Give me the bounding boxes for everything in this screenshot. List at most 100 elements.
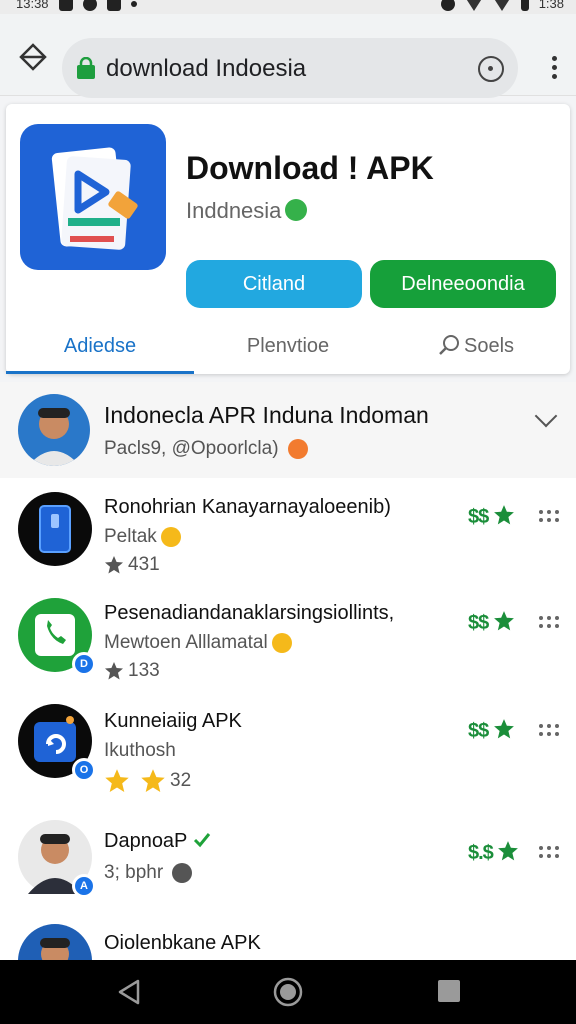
badge-icon: O bbox=[72, 758, 96, 782]
dialer-app-icon: D bbox=[18, 598, 96, 676]
item-title: DapnoaP bbox=[104, 830, 211, 853]
browser-toolbar: download Indoesia bbox=[0, 14, 576, 98]
price-tag: $.$ bbox=[468, 840, 519, 865]
lock-icon bbox=[76, 56, 96, 79]
emoji-icon bbox=[271, 632, 292, 653]
tab-label: Soels bbox=[463, 335, 515, 357]
app-subtitle: Inddnesia bbox=[186, 198, 308, 224]
system-navigation-bar bbox=[0, 960, 576, 1024]
sync-icon bbox=[82, 0, 97, 11]
item-subtitle-text: Mewtoen Alllamatal bbox=[104, 632, 268, 653]
price-tag: $$ bbox=[468, 610, 515, 635]
verified-icon bbox=[193, 833, 210, 848]
app-subtitle-text: Inddnesia bbox=[186, 198, 282, 223]
tab-label: Adiedse bbox=[63, 335, 137, 357]
notification-icon bbox=[58, 0, 73, 11]
tab-plenvtioe[interactable]: Plenvtioe bbox=[194, 326, 382, 374]
more-options-icon[interactable] bbox=[539, 510, 561, 524]
home-button-icon[interactable] bbox=[272, 976, 304, 1013]
more-notifications-icon bbox=[130, 0, 137, 7]
avatar: A bbox=[18, 820, 96, 898]
item-subtitle: Ikuthosh bbox=[104, 740, 176, 761]
item-subtitle: Peltak bbox=[104, 526, 181, 548]
signal-icon bbox=[492, 0, 511, 11]
rating-value: 32 bbox=[170, 770, 192, 791]
item-subtitle-text: Peltak bbox=[104, 526, 157, 547]
list-item[interactable]: O Kunneiaiig APK Ikuthosh 32 $$ bbox=[0, 700, 576, 812]
list-item[interactable]: Oiolenbkane APK bbox=[0, 924, 576, 960]
price-value: $$ bbox=[468, 506, 489, 528]
star-icon bbox=[493, 611, 514, 631]
page-info-icon[interactable] bbox=[478, 56, 504, 82]
app-notification-icon bbox=[106, 0, 121, 11]
item-rating: 32 bbox=[104, 768, 191, 794]
smiley-icon bbox=[285, 199, 308, 222]
item-subtitle-text: 3; bphr bbox=[104, 862, 164, 883]
battery-icon bbox=[520, 0, 529, 11]
price-tag: $$ bbox=[468, 718, 515, 743]
emoji-icon bbox=[160, 526, 181, 547]
item-title: Ronohrian Kanayarnayaloeenib) bbox=[104, 496, 391, 518]
emoji-icon bbox=[172, 862, 193, 883]
featured-title: Indonecla APR Induna Indoman bbox=[104, 402, 429, 428]
featured-subtitle-text: Pacls9, @Opoorlcla) bbox=[104, 438, 279, 459]
price-tag: $$ bbox=[468, 504, 515, 529]
rating-value: 133 bbox=[128, 660, 160, 681]
featured-subtitle: Pacls9, @Opoorlcla) bbox=[104, 438, 308, 460]
item-title: Oiolenbkane APK bbox=[104, 932, 261, 954]
back-icon[interactable] bbox=[116, 978, 142, 1011]
item-title: Kunneiaiig APK bbox=[104, 710, 242, 732]
tab-label: Plenvtioe bbox=[246, 335, 330, 357]
app-title: Download ! APK bbox=[186, 150, 434, 186]
item-title-text: DapnoaP bbox=[104, 830, 188, 852]
url-text: download Indoesia bbox=[106, 55, 307, 82]
star-icon bbox=[493, 505, 514, 525]
status-bar: 13:38 1:38 bbox=[0, 0, 576, 14]
price-value: $.$ bbox=[468, 842, 494, 864]
sync-app-icon: O bbox=[18, 704, 96, 782]
more-options-icon[interactable] bbox=[539, 724, 561, 738]
app-logo-icon bbox=[20, 124, 166, 270]
star-icon bbox=[105, 769, 129, 793]
star-icon bbox=[493, 719, 514, 739]
item-subtitle: Mewtoen Alllamatal bbox=[104, 632, 292, 654]
more-options-icon[interactable] bbox=[539, 846, 561, 860]
vibrate-icon bbox=[440, 0, 455, 11]
badge-icon: D bbox=[72, 652, 96, 676]
star-icon bbox=[141, 769, 165, 793]
more-options-icon[interactable] bbox=[539, 616, 561, 630]
search-icon bbox=[438, 330, 460, 355]
avatar bbox=[18, 394, 90, 466]
chevron-down-icon[interactable] bbox=[534, 404, 558, 428]
tab-bar: Adiedse Plenvtioe Soels bbox=[6, 326, 570, 374]
tab-soels[interactable]: Soels bbox=[382, 326, 570, 374]
app-list: Ronohrian Kanayarnayaloeenib) Peltak 431… bbox=[0, 478, 576, 960]
star-icon bbox=[105, 556, 123, 574]
list-item[interactable]: A DapnoaP 3; bphr $.$ bbox=[0, 818, 576, 930]
emoji-icon bbox=[287, 438, 308, 459]
item-rating: 431 bbox=[104, 554, 160, 576]
address-bar[interactable]: download Indoesia bbox=[62, 38, 518, 98]
tab-adiedse[interactable]: Adiedse bbox=[6, 326, 194, 374]
recents-icon[interactable] bbox=[436, 978, 462, 1009]
wifi-icon bbox=[464, 0, 483, 11]
price-value: $$ bbox=[468, 612, 489, 634]
install-button[interactable]: Citland bbox=[186, 260, 362, 308]
home-icon[interactable] bbox=[18, 42, 48, 72]
list-item[interactable]: Ronohrian Kanayarnayaloeenib) Peltak 431… bbox=[0, 486, 576, 598]
star-icon bbox=[498, 841, 519, 861]
item-title: Pesenadiandanaklarsingsiollints, bbox=[104, 602, 395, 624]
list-item[interactable]: D Pesenadiandanaklarsingsiollints, Mewto… bbox=[0, 592, 576, 704]
phone-app-icon bbox=[18, 492, 92, 566]
price-value: $$ bbox=[468, 720, 489, 742]
status-time: 13:38 bbox=[16, 0, 49, 11]
status-time-right: 1:38 bbox=[538, 0, 564, 11]
item-subtitle: 3; bphr bbox=[104, 862, 193, 884]
featured-developer[interactable]: Indonecla APR Induna Indoman Pacls9, @Op… bbox=[0, 382, 576, 478]
overflow-menu-icon[interactable] bbox=[552, 56, 558, 82]
rating-value: 431 bbox=[128, 554, 160, 575]
avatar bbox=[18, 924, 92, 960]
item-rating: 133 bbox=[104, 660, 160, 682]
open-button[interactable]: Delneeoondia bbox=[370, 260, 556, 308]
star-icon bbox=[105, 662, 123, 680]
